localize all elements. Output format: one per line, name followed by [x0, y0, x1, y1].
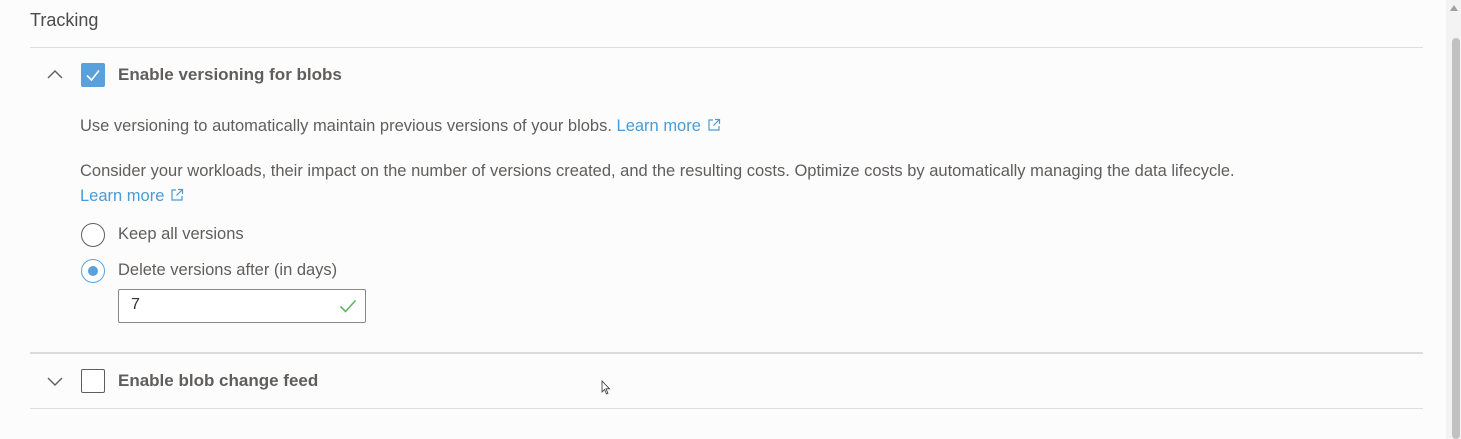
scroll-up-arrow-icon[interactable]: [1449, 4, 1459, 12]
radio-keep-all-versions-label: Keep all versions: [118, 225, 244, 243]
mouse-pointer-icon: [601, 380, 611, 395]
radio-delete-versions-after[interactable]: [81, 259, 105, 283]
delete-days-value: 7: [131, 296, 140, 313]
learn-more-link-2-row: Learn more: [80, 187, 184, 206]
versioning-label: Enable versioning for blobs: [118, 65, 342, 84]
checkmark-icon: [86, 70, 100, 82]
collapse-versioning-chevron-up-icon[interactable]: [45, 65, 65, 85]
expand-change-feed-chevron-down-icon[interactable]: [45, 371, 65, 391]
divider: [30, 47, 1423, 48]
storage-settings-page: Tracking Enable versioning for blobs Use…: [0, 0, 1446, 439]
section-title: Tracking: [30, 10, 99, 30]
change-feed-label: Enable blob change feed: [118, 371, 319, 390]
versioning-description: Use versioning to automatically maintain…: [80, 117, 721, 136]
consider-text: Consider your workloads, their impact on…: [80, 162, 1235, 180]
divider: [30, 408, 1423, 409]
learn-more-link-1[interactable]: Learn more: [617, 117, 721, 135]
versioning-description-text: Use versioning to automatically maintain…: [80, 117, 612, 135]
valid-check-icon: [339, 299, 357, 313]
change-feed-checkbox[interactable]: [81, 369, 105, 393]
radio-delete-versions-after-label: Delete versions after (in days): [118, 261, 338, 279]
radio-selected-dot: [88, 266, 98, 276]
external-link-icon: [708, 118, 721, 131]
versioning-checkbox[interactable]: [81, 63, 105, 87]
external-link-icon: [171, 188, 184, 201]
learn-more-link-2-text: Learn more: [80, 187, 165, 205]
divider: [30, 352, 1423, 354]
delete-days-input[interactable]: 7: [118, 289, 366, 323]
learn-more-link-1-text: Learn more: [616, 117, 701, 135]
scrollbar-thumb[interactable]: [1452, 38, 1460, 439]
radio-keep-all-versions[interactable]: [81, 223, 105, 247]
learn-more-link-2[interactable]: Learn more: [80, 187, 184, 205]
